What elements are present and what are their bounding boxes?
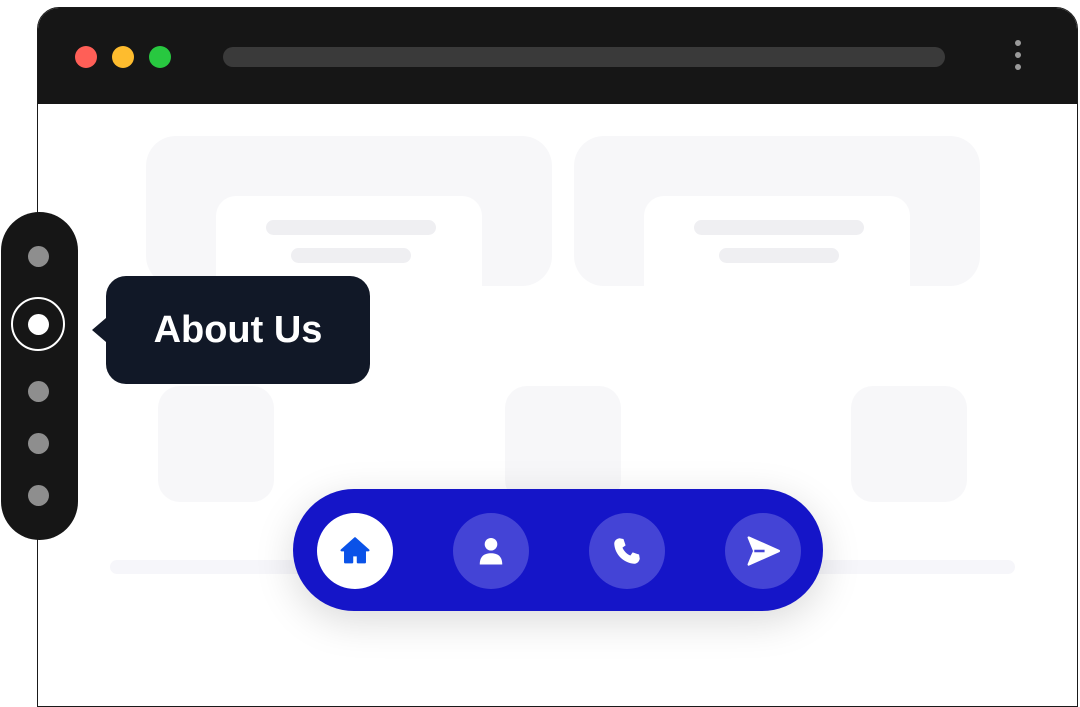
side-nav-dot-5[interactable] bbox=[28, 485, 49, 506]
placeholder-tile bbox=[505, 386, 621, 502]
profile-button[interactable] bbox=[453, 513, 529, 589]
side-nav-dot-4[interactable] bbox=[28, 433, 49, 454]
home-icon bbox=[340, 537, 370, 564]
minimize-button[interactable] bbox=[112, 46, 134, 68]
phone-button[interactable] bbox=[589, 513, 665, 589]
home-button[interactable] bbox=[317, 513, 393, 589]
bottom-dock bbox=[293, 489, 823, 611]
tooltip-label: About Us bbox=[153, 308, 323, 351]
side-nav-dot-1[interactable] bbox=[28, 246, 49, 267]
side-nav-dot-about-us[interactable] bbox=[28, 314, 49, 335]
close-button[interactable] bbox=[75, 46, 97, 68]
maximize-button[interactable] bbox=[149, 46, 171, 68]
placeholder-tile bbox=[158, 386, 274, 502]
kebab-vertical-icon[interactable] bbox=[1014, 40, 1022, 74]
placeholder-tile bbox=[851, 386, 967, 502]
side-nav-dot-3[interactable] bbox=[28, 381, 49, 402]
send-button[interactable] bbox=[725, 513, 801, 589]
address-bar[interactable] bbox=[223, 47, 945, 67]
title-bar bbox=[38, 8, 1077, 104]
send-icon bbox=[747, 536, 781, 566]
tooltip: About Us bbox=[92, 276, 370, 384]
placeholder-card bbox=[574, 136, 980, 286]
placeholder-card bbox=[146, 136, 552, 286]
phone-icon bbox=[614, 538, 640, 564]
user-icon bbox=[479, 537, 503, 565]
